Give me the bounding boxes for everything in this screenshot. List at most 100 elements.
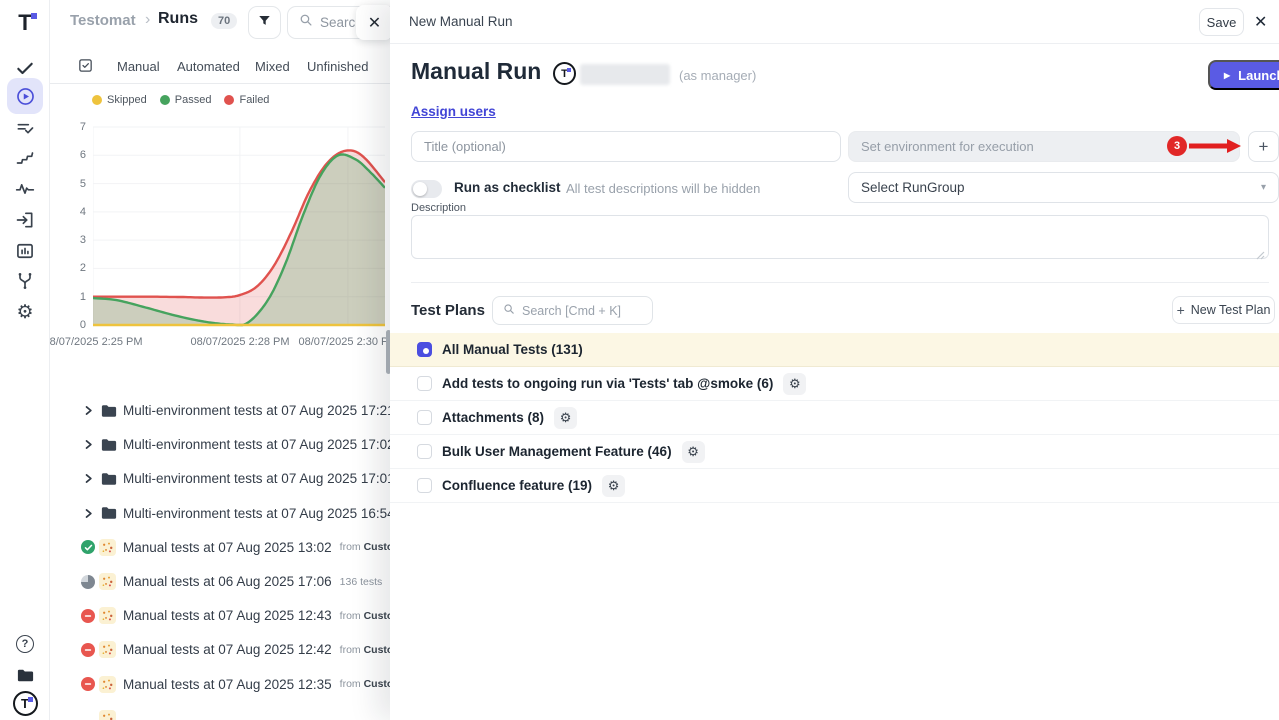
y-tick: 7	[64, 121, 86, 133]
run-row[interactable]: Manual tests at 06 Aug 2025 17:06 136 tes…	[50, 565, 395, 599]
chevron-right-icon[interactable]	[83, 473, 94, 484]
y-tick: 3	[64, 234, 86, 246]
tab-manual[interactable]: Manual	[117, 59, 160, 74]
run-label[interactable]: Manual tests at 07 Aug 2025 12:43	[123, 608, 332, 623]
chevron-right-icon[interactable]	[83, 508, 94, 519]
sidebar-item-profile[interactable]: T	[7, 685, 43, 720]
legend-skipped[interactable]: Skipped	[92, 94, 147, 106]
plan-settings-button[interactable]: ⚙	[682, 441, 705, 463]
plan-settings-button[interactable]: ⚙	[602, 475, 625, 497]
testomat-logo-icon[interactable]: T	[10, 8, 40, 38]
status-progress-icon	[81, 575, 95, 589]
test-plans-search[interactable]	[492, 296, 653, 325]
run-folder-label[interactable]: Multi-environment tests at 07 Aug 2025 1…	[123, 471, 395, 486]
run-folder-label[interactable]: Multi-environment tests at 07 Aug 2025 1…	[123, 506, 395, 521]
test-plan-row[interactable]: All Manual Tests (131)	[390, 333, 1279, 367]
test-plan-row[interactable]: Bulk User Management Feature (46) ⚙	[390, 435, 1279, 469]
launch-button[interactable]: ▶ Launch	[1208, 60, 1279, 90]
plan-checkbox[interactable]	[417, 478, 432, 493]
resize-handle[interactable]	[1256, 247, 1265, 265]
run-label[interactable]: Manual tests at 06 Aug 2025 17:06	[123, 574, 332, 589]
description-textarea[interactable]	[411, 215, 1269, 259]
checklist-hint: All test descriptions will be hidden	[566, 181, 760, 196]
y-tick: 4	[64, 206, 86, 218]
checklist-label: Run as checklist	[454, 180, 561, 195]
legend-failed[interactable]: Failed	[224, 94, 269, 106]
plan-checkbox[interactable]	[417, 342, 432, 357]
profile-logo-icon: T	[13, 691, 38, 716]
assign-users-link[interactable]: Assign users	[411, 104, 496, 119]
filter-button[interactable]	[248, 6, 281, 39]
test-plan-row[interactable]: Add tests to ongoing run via 'Tests' tab…	[390, 367, 1279, 401]
run-row[interactable]: Manual tests at 07 Aug 2025 12:42from Cu…	[50, 633, 395, 667]
search-clear-button[interactable]: ✕	[356, 5, 393, 40]
folder-icon	[101, 472, 117, 486]
plan-label[interactable]: Confluence feature (19)	[442, 478, 592, 493]
run-folder-row[interactable]: Multi-environment tests at 07 Aug 2025 1…	[50, 496, 395, 530]
run-folder-row[interactable]: Multi-environment tests at 07 Aug 2025 1…	[50, 394, 395, 428]
run-as-checklist-toggle[interactable]	[411, 180, 442, 198]
select-all-icon[interactable]	[77, 57, 94, 79]
status-failed-icon	[81, 643, 95, 657]
run-row[interactable]: Manual tests at 07 Aug 2025 13:02 from Cu…	[50, 530, 395, 564]
save-button[interactable]: Save	[1199, 8, 1244, 36]
plan-label[interactable]: Attachments (8)	[442, 410, 544, 425]
manual-run-icon	[99, 539, 116, 556]
chart-legend: Skipped Passed Failed	[92, 94, 269, 106]
status-failed-icon	[81, 609, 95, 623]
test-plan-row[interactable]: Attachments (8) ⚙	[390, 401, 1279, 435]
sidebar-item-runs[interactable]	[7, 78, 43, 114]
run-label[interactable]: Manual tests at 07 Aug 2025 12:42	[123, 642, 332, 657]
funnel-icon	[257, 13, 272, 33]
sidebar-item-settings[interactable]: ⚙	[7, 294, 43, 330]
plan-label[interactable]: Bulk User Management Feature (46)	[442, 444, 672, 459]
add-environment-button[interactable]: +	[1248, 131, 1279, 162]
plan-checkbox[interactable]	[417, 444, 432, 459]
title-input[interactable]	[411, 131, 841, 162]
run-folder-row[interactable]: Multi-environment tests at 07 Aug 2025 1…	[50, 428, 395, 462]
chevron-right-icon[interactable]	[83, 405, 94, 416]
rungroup-select[interactable]: Select RunGroup ▾	[848, 172, 1279, 203]
check-icon	[15, 58, 35, 78]
play-circle-icon	[15, 86, 36, 107]
x-tick: 08/07/2025 2:28 PM	[182, 336, 298, 348]
run-row[interactable]: Manual tests at 07 Aug 2025 12:35 from Cu…	[50, 667, 395, 701]
close-icon[interactable]: ✕	[1254, 12, 1267, 32]
run-source: from Custom	[340, 541, 395, 553]
run-label[interactable]: Manual tests at 07 Aug 2025 13:02	[123, 540, 332, 555]
status-passed-icon	[81, 540, 95, 554]
plan-label[interactable]: Add tests to ongoing run via 'Tests' tab…	[442, 376, 773, 391]
breadcrumb-page: Runs	[158, 10, 198, 28]
legend-passed[interactable]: Passed	[160, 94, 212, 106]
tab-unfinished[interactable]: Unfinished	[307, 59, 368, 74]
y-tick: 6	[64, 149, 86, 161]
run-folder-label[interactable]: Multi-environment tests at 07 Aug 2025 1…	[123, 437, 395, 452]
chevron-right-icon[interactable]	[83, 439, 94, 450]
steps-icon	[15, 148, 35, 168]
breadcrumb-app[interactable]: Testomat	[70, 12, 136, 29]
tab-automated[interactable]: Automated	[177, 59, 240, 74]
play-icon: ▶	[1224, 71, 1230, 80]
bar-chart-icon	[15, 241, 35, 261]
run-label[interactable]: Manual tests at 07 Aug 2025 12:35	[123, 677, 332, 692]
run-folder-label[interactable]: Multi-environment tests at 07 Aug 2025 1…	[123, 403, 395, 418]
plan-checkbox[interactable]	[417, 376, 432, 391]
plan-label[interactable]: All Manual Tests (131)	[442, 342, 583, 357]
test-plan-row[interactable]: Confluence feature (19) ⚙	[390, 469, 1279, 503]
test-plans-search-input[interactable]	[522, 304, 637, 318]
annotation-arrow	[1189, 139, 1241, 158]
plan-settings-button[interactable]: ⚙	[783, 373, 806, 395]
as-manager-label: (as manager)	[679, 68, 756, 83]
run-title: Manual Run	[411, 58, 541, 85]
run-row-partial[interactable]	[50, 701, 395, 720]
run-row[interactable]: Manual tests at 07 Aug 2025 12:43from Cu…	[50, 599, 395, 633]
new-test-plan-button[interactable]: + New Test Plan	[1172, 296, 1275, 324]
run-folder-row[interactable]: Multi-environment tests at 07 Aug 2025 1…	[50, 462, 395, 496]
help-icon: ?	[16, 635, 34, 653]
plan-settings-button[interactable]: ⚙	[554, 407, 577, 429]
tab-mixed[interactable]: Mixed	[255, 59, 290, 74]
plan-checkbox[interactable]	[417, 410, 432, 425]
run-test-count: 136 tests	[340, 576, 383, 588]
folder-icon	[101, 506, 117, 520]
run-source: from Custom	[340, 678, 395, 690]
